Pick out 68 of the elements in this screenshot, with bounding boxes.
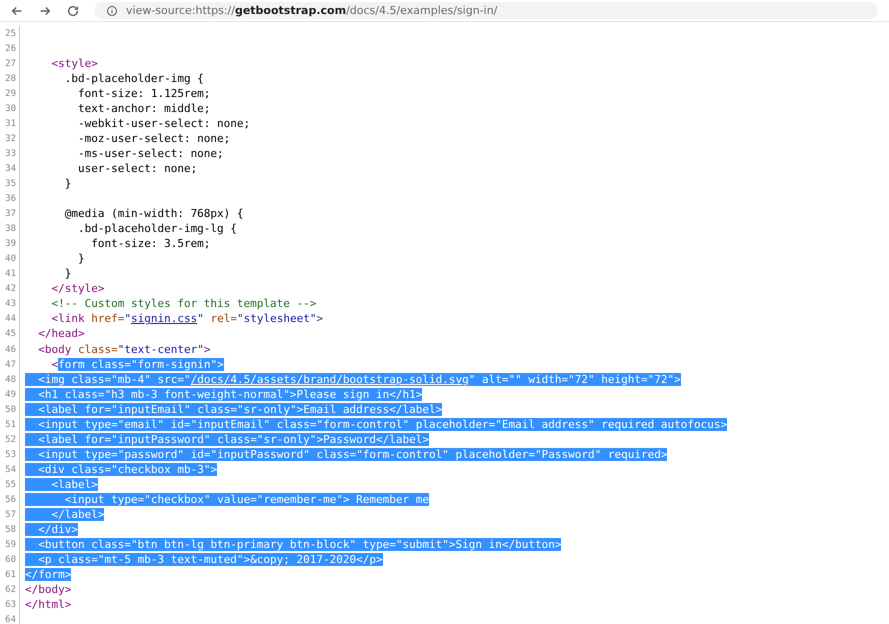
line-number: 29 (0, 86, 20, 102)
code-line: <!-- Custom styles for this template --> (50, 297, 316, 312)
line-number: 33 (0, 146, 20, 162)
code-line: text-anchor: middle; (76, 102, 210, 116)
line-number: 54 (0, 462, 20, 478)
code-line: -ms-user-select: none; (76, 146, 224, 161)
line-number: 57 (0, 508, 20, 523)
code-line: <link href="signin.css" rel="stylesheet"> (50, 312, 324, 326)
code-line: </head> (37, 327, 85, 342)
line-number: 63 (0, 598, 20, 613)
line-number: 49 (0, 387, 20, 402)
code-line: <body class="text-center"> (37, 342, 210, 356)
line-number: 58 (0, 522, 20, 538)
line-number: 50 (0, 402, 20, 418)
line-number: 37 (0, 206, 20, 222)
line-number: 31 (0, 116, 20, 132)
line-number: 42 (0, 282, 20, 297)
code-line: </body> (25, 583, 72, 598)
line-number: 56 (0, 492, 20, 508)
line-number: 53 (0, 447, 20, 462)
code-line: </style> (50, 282, 104, 296)
code-line: } (76, 252, 85, 266)
line-number: 30 (0, 101, 20, 116)
url-text: view-source:https://getbootstrap.com/docs/4.5/examples/sign-in/ (126, 4, 498, 17)
line-number: 47 (0, 357, 20, 372)
line-number: 35 (0, 176, 20, 192)
line-number: 55 (0, 477, 20, 492)
code-line: -moz-user-select: none; (76, 132, 230, 146)
code-line: </html> (25, 598, 72, 612)
line-number: 39 (0, 236, 20, 252)
line-number: 38 (0, 222, 20, 237)
line-number: 62 (0, 582, 20, 598)
line-number: 43 (0, 296, 20, 312)
code-line: font-size: 3.5rem; (90, 237, 210, 252)
code-line: .bd-placeholder-img { (64, 72, 204, 86)
code-line: } (64, 267, 72, 282)
line-number: 59 (0, 538, 20, 553)
line-number: 64 (0, 612, 20, 624)
code-line: <img class="mb-4" src="/docs/4.5/assets/brand/bootstrap-solid.svg" alt="" width="72" height="72"> (25, 372, 681, 387)
line-number: 25 (0, 26, 20, 42)
line-number: 26 (0, 41, 20, 56)
line-number: 46 (0, 342, 20, 358)
line-number: 60 (0, 552, 20, 568)
line-number: 32 (0, 131, 20, 146)
code-line: user-select: none; (76, 162, 198, 176)
code-line: .bd-placeholder-img-lg { (76, 222, 237, 236)
info-icon[interactable] (106, 4, 118, 16)
line-number: 48 (0, 372, 20, 388)
line-number: 34 (0, 161, 20, 176)
line-number: 28 (0, 71, 20, 86)
code-line: -webkit-user-select: none; (76, 116, 250, 131)
source-link[interactable]: signin.css (131, 312, 198, 326)
code-line: font-size: 1.125rem; (76, 86, 210, 101)
code-line: } (64, 176, 72, 191)
code-line: <form class="form-signin"> (50, 358, 224, 372)
line-number: 51 (0, 417, 20, 432)
address-bar[interactable]: view-source:https://getbootstrap.com/docs/4.5/examples/sign-in/ (94, 2, 878, 19)
line-number: 36 (0, 192, 20, 207)
line-number: 52 (0, 432, 20, 448)
line-number: 45 (0, 326, 20, 342)
line-number: 61 (0, 568, 20, 583)
code-line: <style> (50, 56, 98, 71)
line-number: 40 (0, 252, 20, 267)
code-line: @media (min-width: 768px) { (64, 207, 244, 222)
line-number: 27 (0, 56, 20, 72)
line-number: 44 (0, 312, 20, 327)
reload-icon[interactable] (66, 4, 80, 18)
line-number: 41 (0, 266, 20, 282)
